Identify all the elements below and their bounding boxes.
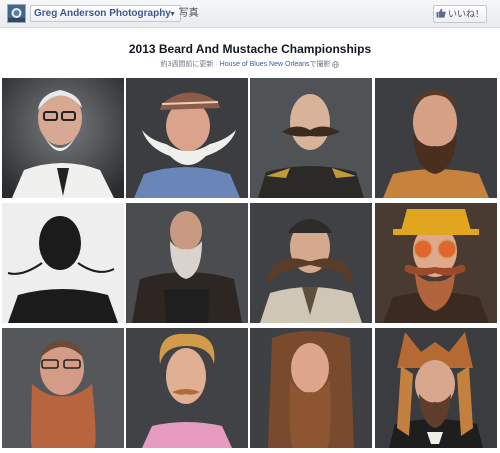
globe-icon [332, 60, 340, 68]
page-name: Greg Anderson Photography [34, 8, 171, 19]
page-avatar-icon[interactable] [7, 4, 26, 23]
photo-thumbnail[interactable] [126, 328, 248, 448]
album-venue-link[interactable]: House of Blues New Orleans [220, 61, 310, 68]
photo-thumbnail[interactable] [2, 203, 124, 323]
photo-thumbnail[interactable] [2, 78, 124, 198]
chevron-down-icon: ▼ [169, 11, 176, 18]
album-meta: 約3週間前に更新 · House of Blues New Orleansで撮影 [0, 59, 500, 69]
photo-thumbnail[interactable] [2, 328, 124, 448]
photo-thumbnail[interactable] [126, 203, 248, 323]
photo-thumbnail[interactable] [250, 203, 372, 323]
thumbs-up-icon [436, 7, 446, 23]
album-updated-text: 約3週間前に更新 · [160, 61, 220, 68]
album-location-suffix: で撮影 [309, 61, 331, 68]
photo-thumbnail[interactable] [375, 203, 497, 323]
photo-thumbnail[interactable] [375, 328, 497, 448]
photo-thumbnail[interactable] [126, 78, 248, 198]
page-header-bar: Greg Anderson Photography 写真 ▼ いいね！ [0, 0, 500, 28]
photo-thumbnail[interactable] [375, 78, 497, 198]
album-title: 2013 Beard And Mustache Championships [128, 42, 372, 56]
photo-thumbnail[interactable] [250, 328, 372, 448]
like-button-label: いいね！ [447, 9, 484, 19]
like-button[interactable]: いいね！ [433, 5, 487, 23]
photo-grid [0, 78, 500, 453]
page-switcher-dropdown[interactable]: Greg Anderson Photography 写真 ▼ [30, 5, 199, 22]
photo-thumbnail[interactable] [250, 78, 372, 198]
page-tab-label: 写真 [178, 8, 199, 19]
